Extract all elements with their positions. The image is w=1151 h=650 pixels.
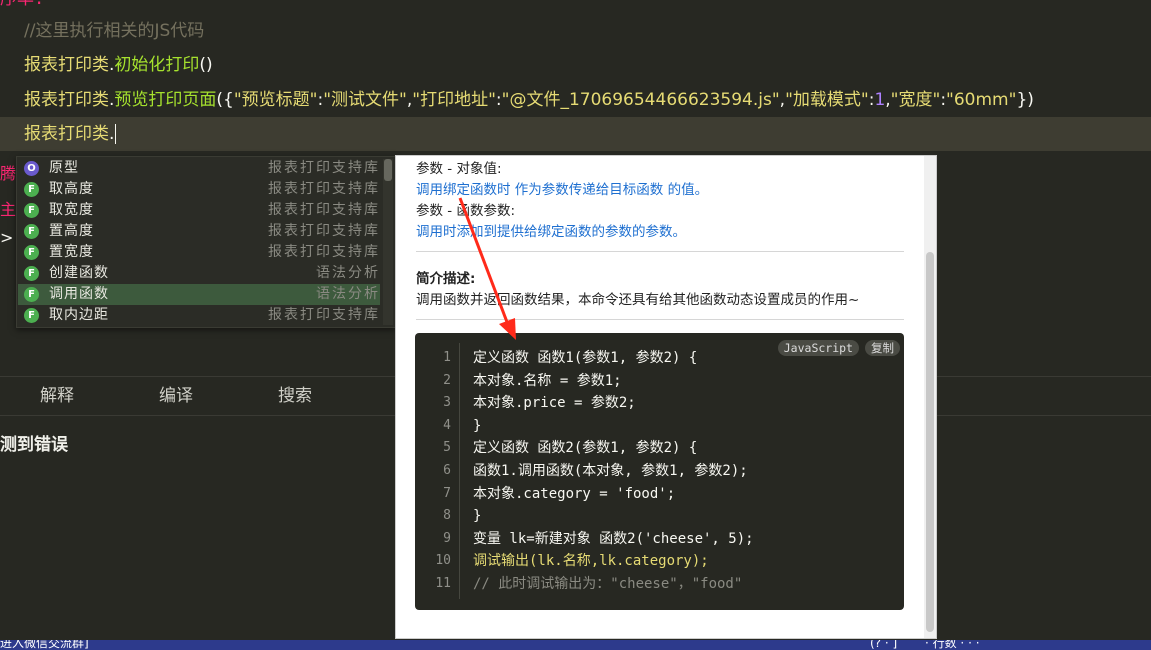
annotation-arrow-icon bbox=[458, 197, 516, 340]
